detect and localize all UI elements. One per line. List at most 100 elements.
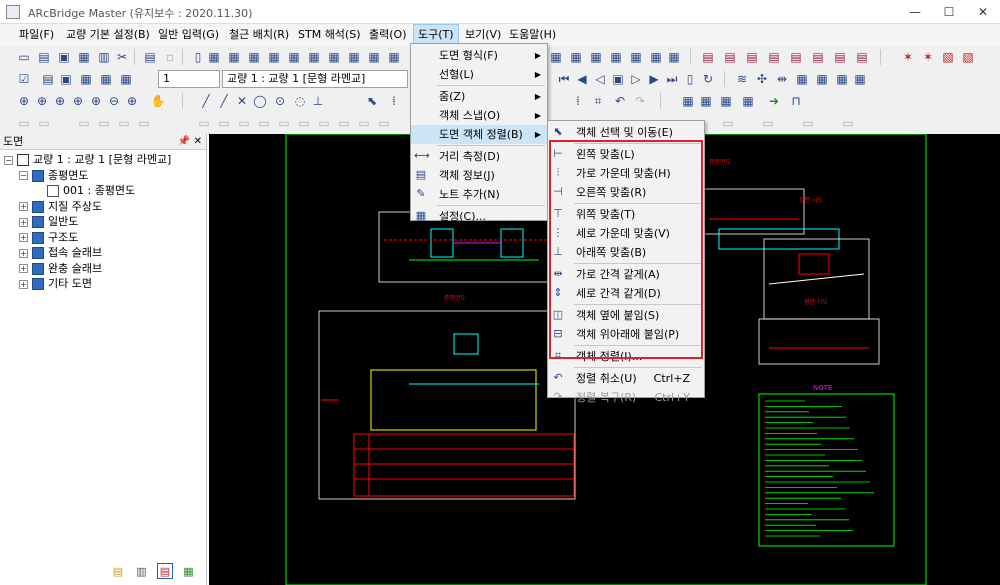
expander-icon[interactable]: + [19,202,28,211]
dwg-export-icon[interactable]: ▦ [98,71,114,87]
arrange-tb-icon[interactable]: ⌗ [590,93,606,109]
expander-icon[interactable]: + [19,217,28,227]
drawing-icon-7[interactable]: ▦ [326,49,342,65]
drawing-icon-17[interactable]: ▦ [666,49,682,65]
tree-item[interactable]: 001 : 종평면도 [34,183,135,198]
checkbox-icon[interactable]: ☑ [16,71,32,87]
maximize-icon[interactable]: ☐ [932,0,966,24]
grid-icon[interactable]: ✣ [754,71,770,87]
save-icon[interactable]: ▣ [56,49,72,65]
menu-rebar[interactable]: 철근 배치(R) [225,24,293,46]
menu-item[interactable]: 객체 스냅(O) ▶ [411,106,547,125]
drawing-icon-13[interactable]: ▦ [588,49,604,65]
cross-icon[interactable]: ✕ [234,93,250,109]
drawing-icon-3[interactable]: ▦ [246,49,262,65]
menu-item[interactable]: ▦ 설정(C)... [411,207,547,226]
drawing-icon-1[interactable]: ▦ [206,49,222,65]
page-icon[interactable]: ▯ [190,49,206,65]
rebar-icon-4[interactable]: ▤ [766,49,782,65]
drawing-icon-8[interactable]: ▦ [346,49,362,65]
tool-tb-icon[interactable]: ⊓ [788,93,804,109]
menu-item[interactable]: ⟷ 거리 측정(D) [411,147,547,166]
drawing-icon-12[interactable]: ▦ [568,49,584,65]
table-icon[interactable]: ▦ [680,93,696,109]
stm-icon-1[interactable]: ✶ [900,49,916,65]
menu-item[interactable]: ✎ 노트 추가(N) [411,185,547,204]
select-move-tool-icon[interactable]: ⬉ [364,93,380,109]
menu-item[interactable]: 도면 객체 정렬(B) ▶ [411,125,547,144]
pdf-view-icon[interactable]: ▤ [157,563,173,579]
tool-icon-b[interactable]: ▦ [814,71,830,87]
save-all-icon[interactable]: ▣ [58,71,74,87]
tree-item[interactable]: + 일반도 [19,214,78,229]
zoom-window-icon[interactable]: ⊕ [16,93,32,109]
new-file-icon[interactable]: ▭ [16,49,32,65]
stm-icon-4[interactable]: ▧ [960,49,976,65]
align-tool-icon[interactable]: ⁞ [386,93,402,109]
bridge-select[interactable]: 교량 1 : 교량 1 [문형 라멘교] [222,70,408,88]
menu-item[interactable]: ▤ 객체 정보(J) [411,166,547,185]
zoom-prev-icon[interactable]: ⊕ [70,93,86,109]
tree-item[interactable]: − 종평면도 [19,168,88,183]
zoom-real-icon[interactable]: ⊕ [124,93,140,109]
polyline-icon[interactable]: ╱ [216,93,232,109]
rebar-icon-2[interactable]: ▤ [722,49,738,65]
drawing-icon-6[interactable]: ▦ [306,49,322,65]
expander-icon[interactable]: + [19,248,28,258]
image-icon[interactable]: ▦ [718,93,734,109]
drawing-icon-16[interactable]: ▦ [648,49,664,65]
undo-tb-icon[interactable]: ↶ [612,93,628,109]
tree-item[interactable]: − 교량 1 : 교량 1 [문형 라멘교] [4,152,171,167]
drawing-icon-9[interactable]: ▦ [366,49,382,65]
excel-icon[interactable]: ▦ [181,564,197,580]
tree-item[interactable]: + 기타 도면 [19,276,92,291]
menu-bridge-settings[interactable]: 교량 기본 설정(B) [62,24,154,46]
expander-icon[interactable]: + [19,264,28,273]
align-tb-icon-1[interactable]: ⁞ [570,93,586,109]
drawing-icon-2[interactable]: ▦ [226,49,242,65]
drawing-icon-11[interactable]: ▦ [548,49,564,65]
menu-item[interactable]: 도면 형식(F) ▶ [411,46,547,65]
rebar-icon-6[interactable]: ▤ [810,49,826,65]
expander-icon[interactable]: + [19,233,28,242]
panel-close-icon[interactable]: ✕ [194,134,202,150]
menu-item[interactable]: 선형(L) ▶ [411,65,547,84]
zoom-all-icon[interactable]: ⊕ [34,93,50,109]
rebar-icon-1[interactable]: ▤ [700,49,716,65]
line-icon[interactable]: ╱ [198,93,214,109]
snap-icon[interactable]: ⊙ [272,93,288,109]
tree-item[interactable]: + 완충 슬래브 [19,261,102,276]
page-sheet-icon[interactable]: ▯ [682,71,698,87]
page-number-input[interactable]: 1 [158,70,220,88]
next-icon[interactable]: ▷ [628,71,644,87]
prev-page-icon[interactable]: ◀ [574,71,590,87]
layer-icon[interactable]: ≋ [734,71,750,87]
refresh-icon[interactable]: ↻ [700,71,716,87]
first-page-icon[interactable]: ⏮ [556,71,572,87]
drawing-icon-15[interactable]: ▦ [628,49,644,65]
zoom-out-icon[interactable]: ⊖ [106,93,122,109]
pdf-icon[interactable]: ▦ [118,71,134,87]
menu-item[interactable]: ↶ 정렬 취소(U) Ctrl+Z [548,369,704,388]
tool-icon-d[interactable]: ▦ [852,71,868,87]
last-page-icon[interactable]: ⏭ [664,71,680,87]
menu-item[interactable]: 줌(Z) ▶ [411,87,547,106]
export-icon[interactable]: ▦ [76,49,92,65]
tree-item[interactable]: + 지질 주상도 [19,199,102,214]
drawing-icon-10[interactable]: ▦ [386,49,402,65]
open-file-icon[interactable]: ▤ [36,49,52,65]
rebar-icon-3[interactable]: ▤ [744,49,760,65]
prev-icon[interactable]: ◁ [592,71,608,87]
circle-icon[interactable]: ◯ [252,93,268,109]
table-icon-2[interactable]: ▦ [698,93,714,109]
redo-tb-icon[interactable]: ↷ [632,93,648,109]
print-icon[interactable]: ▤ [142,49,158,65]
zoom-in-icon[interactable]: ⊕ [88,93,104,109]
menu-output[interactable]: 출력(O) [365,24,410,46]
rebar-icon-5[interactable]: ▤ [788,49,804,65]
note-tb-icon[interactable]: ▦ [740,93,756,109]
close-icon[interactable]: ✕ [966,0,1000,24]
lock-icon[interactable]: ▥ [134,564,150,580]
pin-icon[interactable]: 📌 [178,134,190,150]
print-preview-icon[interactable]: ▤ [40,71,56,87]
